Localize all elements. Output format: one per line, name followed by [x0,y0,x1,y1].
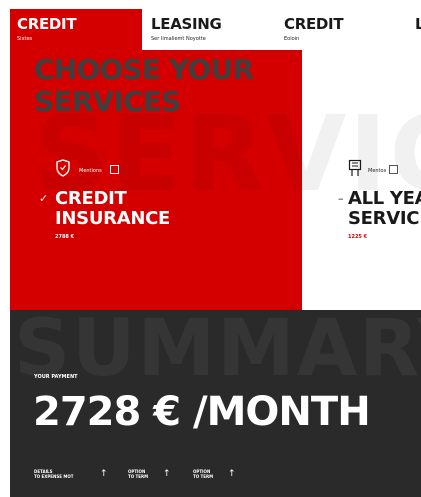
service-name-line1: ALL YEA [348,188,421,209]
tab-credit-subtitle: Sixtes [17,36,33,42]
tab-leasing-subtitle: Ser Iimaliemt Noyotte [151,36,206,42]
option-label: DETAILS TO EXPENSE MOT [34,469,73,479]
tab-credit-2-title: CREDIT [284,15,344,33]
unselected-dash-icon: – [338,192,344,205]
shield-icon [56,159,70,177]
tab-credit-title: CREDIT [17,15,77,33]
page-frame: CREDIT Sixtes LEASING Ser Iimaliemt Noyo… [10,9,421,497]
services-section: SERVICE CHOOSE YOUR SERVICES Mentions ✓ … [10,50,421,310]
service-tag: Mentos [368,168,387,174]
page-title-line1: CHOOSE YOUR [34,53,254,86]
service-checkbox[interactable] [110,165,119,174]
page-title-line2: SERVICES [34,85,181,118]
finance-tabs: CREDIT Sixtes LEASING Ser Iimaliemt Noyo… [10,9,421,50]
service-name-line2: SERVIC [348,208,420,229]
service-name: ALL YEA SERVIC [348,189,421,229]
option-label-line2: TO TERM [193,474,214,479]
service-price: 2788 € [55,234,75,240]
page-title: CHOOSE YOUR SERVICES [34,53,254,118]
option-details-expense[interactable]: DETAILS TO EXPENSE MOT ↑ [34,469,114,483]
service-name: CREDIT INSURANCE [55,189,170,229]
option-label-line2: TO EXPENSE MOT [34,474,74,479]
arrow-up-icon: ↑ [163,469,171,479]
arrow-up-icon: ↑ [228,469,236,479]
tab-leasing-title: LEASING [151,15,222,33]
payment-label: YOUR PAYMENT [34,374,78,380]
arrow-up-icon: ↑ [100,469,108,479]
service-name-line2: INSURANCE [55,208,171,229]
building-icon [348,159,362,176]
service-card-all-year-service[interactable]: Mentos – ALL YEA SERVIC 1225 € [332,159,421,244]
option-term-2[interactable]: OPTION TO TERM ↑ [193,469,248,483]
summary-section: SUMMARY YOUR PAYMENT 2728 € /MONTH DETAI… [10,310,421,497]
tab-credit-2[interactable]: CREDIT Eoioin [277,9,407,50]
tab-partial-title: L [415,15,421,33]
option-term-1[interactable]: OPTION TO TERM ↑ [128,469,183,483]
tab-credit-2-subtitle: Eoioin [284,36,300,42]
service-checkbox[interactable] [389,165,398,174]
service-tag: Mentions [79,168,102,174]
selected-check-icon: ✓ [39,192,49,205]
option-label: OPTION TO TERM [128,469,148,479]
service-name-line1: CREDIT [55,188,127,209]
tab-partial[interactable]: L [408,9,421,50]
service-card-credit-insurance[interactable]: Mentions ✓ CREDIT INSURANCE 2788 € [39,159,269,244]
monthly-payment-amount: 2728 € /MONTH [33,389,371,435]
option-label: OPTION TO TERM [193,469,213,479]
service-price: 1225 € [348,234,368,240]
option-label-line2: TO TERM [128,474,149,479]
tab-leasing[interactable]: LEASING Ser Iimaliemt Noyotte [144,9,274,50]
tab-credit[interactable]: CREDIT Sixtes [10,9,142,50]
